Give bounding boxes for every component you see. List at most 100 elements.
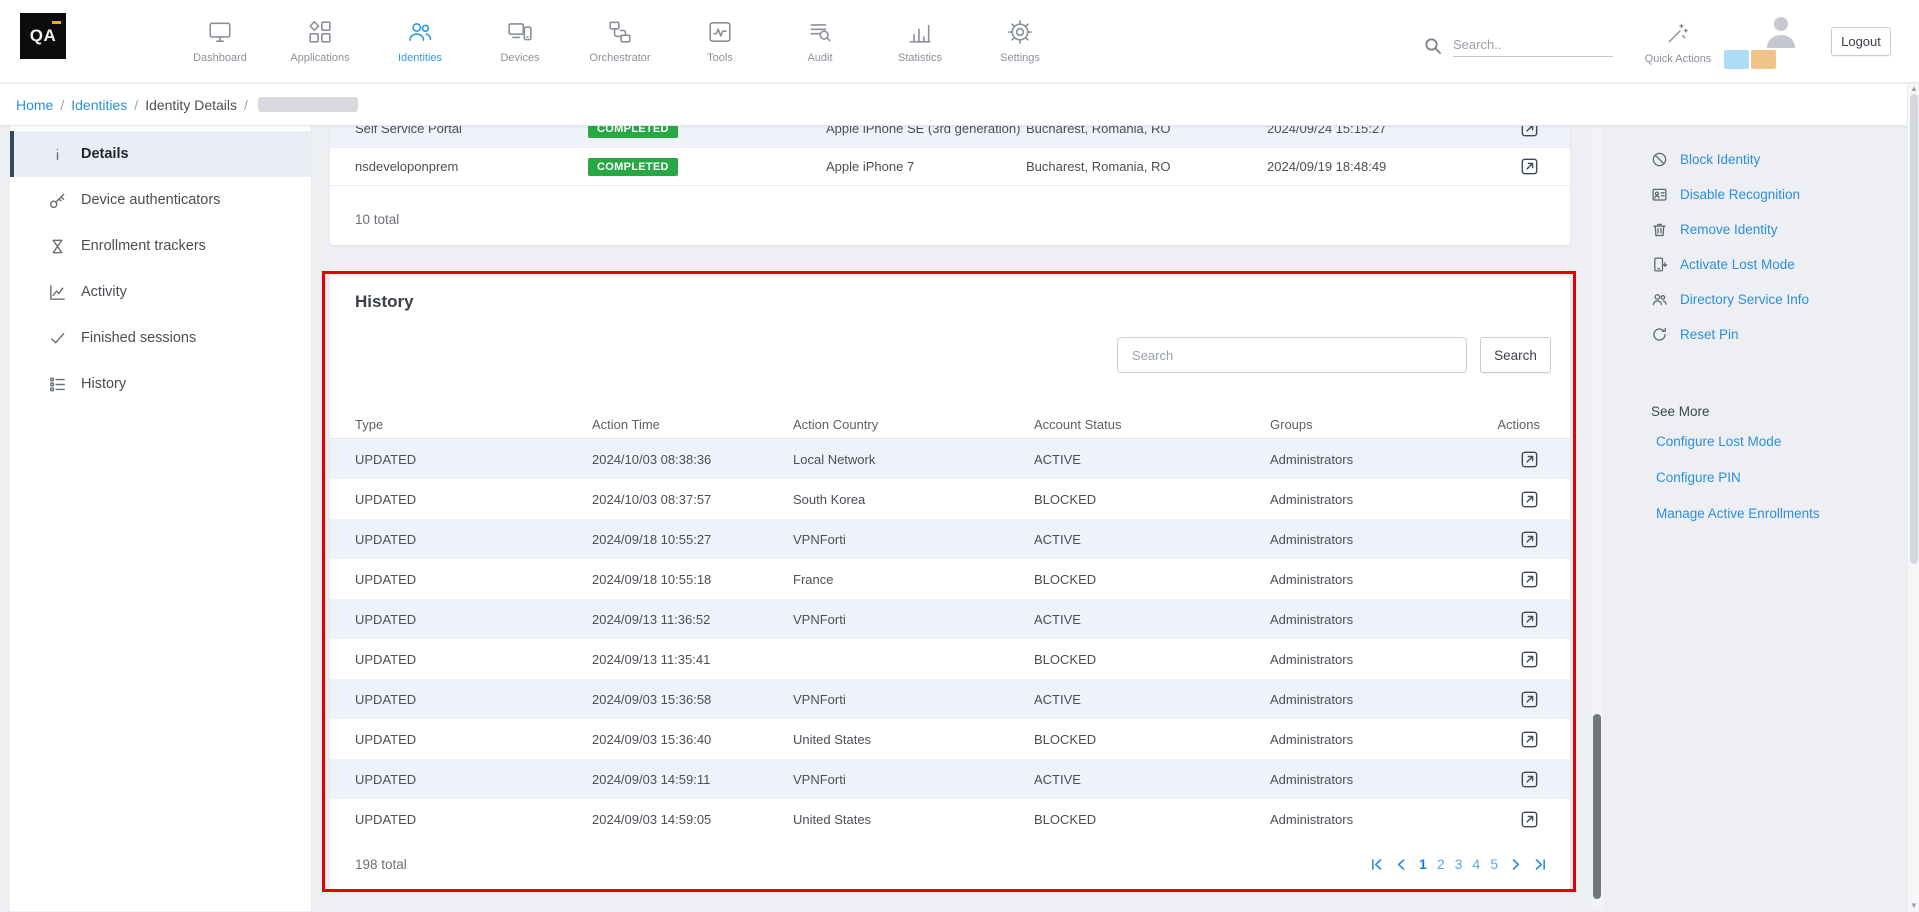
- session-time: 2024/09/24 15:15:27: [1267, 126, 1484, 136]
- nav-item-dashboard[interactable]: Dashboard: [170, 0, 270, 83]
- open-details-icon[interactable]: [1519, 569, 1540, 590]
- info-icon: [48, 145, 67, 164]
- avatar[interactable]: [1762, 12, 1800, 50]
- history-row[interactable]: UPDATED 2024/09/03 15:36:40 United State…: [330, 719, 1570, 759]
- app-logo[interactable]: QA: [20, 13, 66, 59]
- quick-actions-button[interactable]: Quick Actions: [1637, 12, 1719, 74]
- history-row[interactable]: UPDATED 2024/09/13 11:36:52 VPNForti ACT…: [330, 599, 1570, 639]
- open-details-icon[interactable]: [1519, 529, 1540, 550]
- logo-accent: [52, 21, 61, 24]
- sessions-table: Self Service Portal COMPLETED Apple iPho…: [330, 126, 1570, 186]
- nav-item-identities[interactable]: Identities: [370, 0, 470, 83]
- nav-item-settings[interactable]: Settings: [970, 0, 1070, 83]
- pagination-last-icon[interactable]: [1533, 857, 1548, 872]
- page-scrollbar[interactable]: ▲ ▼: [1907, 84, 1919, 911]
- sidebar-item-label: Device authenticators: [81, 192, 220, 208]
- open-details-icon[interactable]: [1519, 489, 1540, 510]
- main-scrollbar[interactable]: [1592, 126, 1602, 911]
- pagination-prev-icon[interactable]: [1394, 857, 1409, 872]
- cell-groups: Administrators: [1270, 652, 1480, 667]
- page-scrollbar-thumb[interactable]: [1910, 94, 1918, 564]
- pagination-first-icon[interactable]: [1369, 857, 1384, 872]
- history-row[interactable]: UPDATED 2024/09/03 14:59:05 United State…: [330, 799, 1570, 839]
- sidebar-item-enrollment-trackers[interactable]: Enrollment trackers: [10, 223, 311, 269]
- pagination-page-5[interactable]: 5: [1490, 856, 1498, 872]
- action-configure-pin[interactable]: Configure PIN: [1628, 459, 1908, 495]
- action-manage-active-enrollments[interactable]: Manage Active Enrollments: [1628, 495, 1908, 531]
- nav-label: Devices: [500, 52, 539, 64]
- main-scrollbar-thumb[interactable]: [1593, 714, 1601, 899]
- nav-item-statistics[interactable]: Statistics: [870, 0, 970, 83]
- pagination-page-1[interactable]: 1: [1419, 856, 1427, 872]
- open-details-icon[interactable]: [1519, 156, 1540, 177]
- directory-people-icon: [1651, 291, 1668, 308]
- main-nav: Dashboard Applications Identities Device…: [170, 0, 1070, 83]
- nav-item-audit[interactable]: Audit: [770, 0, 870, 83]
- cell-status: BLOCKED: [1034, 812, 1270, 827]
- open-details-icon[interactable]: [1519, 449, 1540, 470]
- pagination-page-3[interactable]: 3: [1455, 856, 1463, 872]
- open-details-icon[interactable]: [1519, 689, 1540, 710]
- sidebar-item-device-authenticators[interactable]: Device authenticators: [10, 177, 311, 223]
- settings-gear-icon: [1007, 19, 1033, 45]
- nav-item-applications[interactable]: Applications: [270, 0, 370, 83]
- cell-type: UPDATED: [355, 812, 592, 827]
- action-directory-service-info[interactable]: Directory Service Info: [1628, 282, 1908, 317]
- global-search: [1424, 30, 1630, 60]
- pagination: 1 2 3 4 5: [1369, 856, 1548, 872]
- global-search-input[interactable]: [1453, 33, 1613, 57]
- column-header-type: Type: [355, 417, 592, 432]
- pagination-page-2[interactable]: 2: [1437, 856, 1445, 872]
- pagination-next-icon[interactable]: [1508, 857, 1523, 872]
- cell-status: ACTIVE: [1034, 692, 1270, 707]
- cell-status: BLOCKED: [1034, 652, 1270, 667]
- cell-country: VPNForti: [793, 772, 1034, 787]
- lost-mode-phone-icon: [1651, 256, 1668, 273]
- history-row[interactable]: UPDATED 2024/09/03 14:59:11 VPNForti ACT…: [330, 759, 1570, 799]
- open-details-icon[interactable]: [1519, 609, 1540, 630]
- action-disable-recognition[interactable]: Disable Recognition: [1628, 177, 1908, 212]
- flag-chip-orange[interactable]: [1751, 50, 1776, 69]
- nav-item-devices[interactable]: Devices: [470, 0, 570, 83]
- sidebar-item-activity[interactable]: Activity: [10, 269, 311, 315]
- check-icon: [48, 329, 67, 348]
- history-row[interactable]: UPDATED 2024/09/18 10:55:27 VPNForti ACT…: [330, 519, 1570, 559]
- session-row[interactable]: Self Service Portal COMPLETED Apple iPho…: [330, 126, 1570, 148]
- session-device: Apple iPhone SE (3rd generation): [826, 126, 1026, 136]
- pagination-page-4[interactable]: 4: [1472, 856, 1480, 872]
- open-details-icon[interactable]: [1519, 769, 1540, 790]
- nav-item-tools[interactable]: Tools: [670, 0, 770, 83]
- open-details-icon[interactable]: [1519, 126, 1540, 139]
- history-search-input[interactable]: [1117, 337, 1467, 373]
- history-row[interactable]: UPDATED 2024/09/13 11:35:41 BLOCKED Admi…: [330, 639, 1570, 679]
- action-remove-identity[interactable]: Remove Identity: [1628, 212, 1908, 247]
- history-row[interactable]: UPDATED 2024/09/18 10:55:18 France BLOCK…: [330, 559, 1570, 599]
- action-activate-lost-mode[interactable]: Activate Lost Mode: [1628, 247, 1908, 282]
- action-configure-lost-mode[interactable]: Configure Lost Mode: [1628, 423, 1908, 459]
- flag-chip-blue[interactable]: [1724, 50, 1749, 69]
- action-block-identity[interactable]: Block Identity: [1628, 142, 1908, 177]
- cell-time: 2024/09/13 11:35:41: [592, 652, 793, 667]
- breadcrumb-home[interactable]: Home: [16, 97, 53, 113]
- action-reset-pin[interactable]: Reset Pin: [1628, 317, 1908, 352]
- sidebar-item-history[interactable]: History: [10, 361, 311, 407]
- breadcrumb-identities[interactable]: Identities: [71, 97, 127, 113]
- sidebar-item-finished-sessions[interactable]: Finished sessions: [10, 315, 311, 361]
- scroll-down-arrow[interactable]: ▼: [1908, 900, 1919, 912]
- session-row[interactable]: nsdeveloponprem COMPLETED Apple iPhone 7…: [330, 148, 1570, 186]
- history-search-button[interactable]: Search: [1480, 337, 1551, 373]
- open-details-icon[interactable]: [1519, 729, 1540, 750]
- cell-time: 2024/09/18 10:55:18: [592, 572, 793, 587]
- open-details-icon[interactable]: [1519, 649, 1540, 670]
- cell-type: UPDATED: [355, 492, 592, 507]
- breadcrumb-separator: /: [60, 97, 64, 113]
- history-row[interactable]: UPDATED 2024/09/03 15:36:58 VPNForti ACT…: [330, 679, 1570, 719]
- logout-button[interactable]: Logout: [1831, 27, 1891, 56]
- history-row[interactable]: UPDATED 2024/10/03 08:38:36 Local Networ…: [330, 439, 1570, 479]
- action-label: Activate Lost Mode: [1680, 257, 1795, 272]
- history-row[interactable]: UPDATED 2024/10/03 08:37:57 South Korea …: [330, 479, 1570, 519]
- sidebar-item-details[interactable]: Details: [10, 131, 311, 177]
- nav-label: Applications: [290, 52, 349, 64]
- nav-item-orchestrator[interactable]: Orchestrator: [570, 0, 670, 83]
- open-details-icon[interactable]: [1519, 809, 1540, 830]
